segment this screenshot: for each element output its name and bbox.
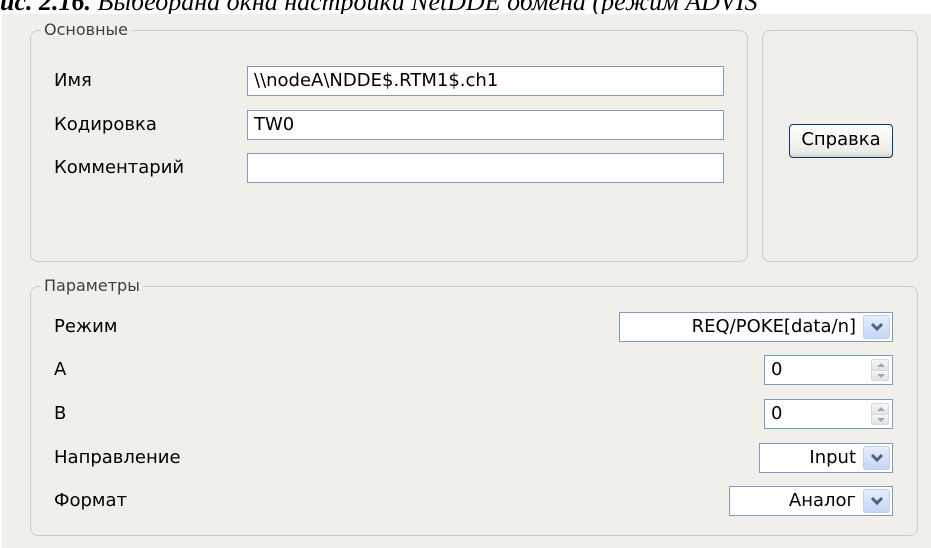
format-select-value: Аналог bbox=[788, 490, 856, 511]
direction-select-value: Input bbox=[809, 447, 856, 468]
a-label: A bbox=[54, 359, 67, 380]
format-label: Формат bbox=[54, 490, 128, 511]
b-label: B bbox=[54, 403, 67, 424]
settings-dialog: Основные Имя \\nodeA\NDDE$.RTM1$.ch1 Код… bbox=[2, 14, 931, 548]
a-stepper[interactable]: 0 bbox=[764, 355, 893, 385]
help-button[interactable]: Справка bbox=[789, 124, 893, 158]
comment-label: Комментарий bbox=[54, 157, 185, 178]
b-value: 0 bbox=[771, 403, 783, 424]
mode-label: Режим bbox=[54, 316, 118, 337]
encoding-field[interactable]: TW0 bbox=[247, 110, 724, 140]
b-stepper-buttons bbox=[871, 403, 889, 425]
spin-up-icon[interactable] bbox=[871, 359, 889, 370]
a-value: 0 bbox=[771, 359, 783, 380]
b-stepper[interactable]: 0 bbox=[764, 399, 893, 429]
spin-up-icon[interactable] bbox=[871, 403, 889, 414]
format-select[interactable]: Аналог bbox=[729, 486, 893, 516]
mode-select[interactable]: REQ/POKE[data/n] bbox=[619, 312, 893, 342]
comment-field[interactable] bbox=[247, 153, 724, 183]
basic-group-title: Основные bbox=[41, 20, 132, 40]
encoding-label: Кодировка bbox=[54, 114, 157, 135]
a-stepper-buttons bbox=[871, 359, 889, 381]
direction-label: Направление bbox=[54, 447, 181, 468]
name-field[interactable]: \\nodeA\NDDE$.RTM1$.ch1 bbox=[247, 66, 724, 96]
basic-group: Основные bbox=[30, 20, 748, 262]
direction-select[interactable]: Input bbox=[759, 443, 893, 473]
spin-down-icon[interactable] bbox=[871, 414, 889, 425]
chevron-down-icon[interactable] bbox=[863, 446, 890, 470]
chevron-down-icon[interactable] bbox=[863, 489, 890, 513]
mode-select-value: REQ/POKE[data/n] bbox=[691, 316, 856, 337]
spin-down-icon[interactable] bbox=[871, 370, 889, 381]
params-group-title: Параметры bbox=[41, 276, 143, 296]
chevron-down-icon[interactable] bbox=[863, 315, 890, 339]
name-label: Имя bbox=[54, 70, 92, 91]
